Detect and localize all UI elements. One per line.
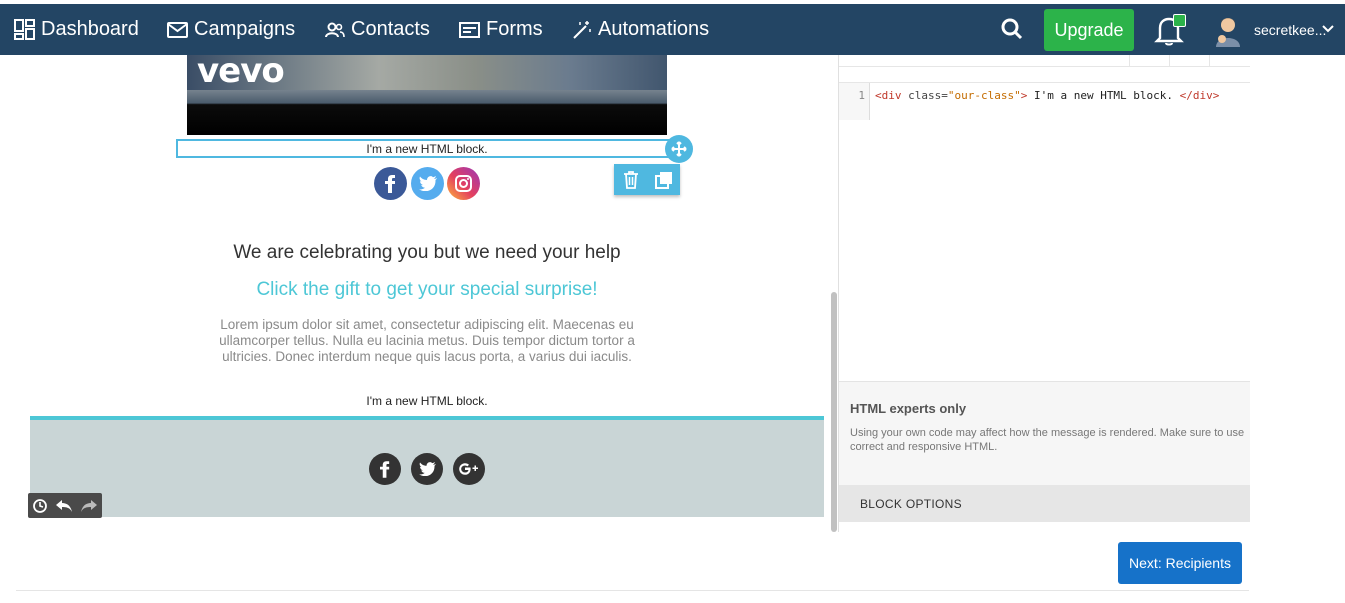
nav-contacts-label: Contacts <box>351 18 430 40</box>
email-heading[interactable]: We are celebrating you but we need your … <box>0 242 854 264</box>
canvas-scrollbar[interactable] <box>831 292 837 532</box>
magic-wand-icon <box>573 20 591 39</box>
code-value: "our-class" <box>947 89 1021 102</box>
nav-campaigns[interactable]: Campaigns <box>167 4 295 55</box>
dashboard-icon <box>14 19 35 40</box>
nav-contacts[interactable]: Contacts <box>325 4 430 55</box>
move-handle-icon[interactable] <box>665 135 693 163</box>
instagram-icon[interactable] <box>447 167 480 200</box>
envelope-icon <box>167 21 188 38</box>
hero-image[interactable]: vevo <box>187 55 667 135</box>
experts-title: HTML experts only <box>850 401 967 416</box>
hero-logo-text: vevo <box>197 55 285 91</box>
code-text: I'm a new HTML block. <box>1027 89 1180 102</box>
notification-badge <box>1173 14 1186 27</box>
footer-band[interactable] <box>30 416 824 517</box>
upgrade-button[interactable]: Upgrade <box>1044 9 1134 51</box>
contacts-icon <box>325 22 345 37</box>
undo-icon[interactable] <box>55 499 73 513</box>
email-body-text[interactable]: Lorem ipsum dolor sit amet, consectetur … <box>206 317 648 365</box>
nav-automations-label: Automations <box>598 18 710 40</box>
nav-forms-label: Forms <box>486 18 543 40</box>
block-toolbar <box>614 164 680 195</box>
search-icon[interactable] <box>1000 17 1024 41</box>
form-icon <box>459 21 480 38</box>
facebook-icon[interactable] <box>369 453 401 485</box>
nav-campaigns-label: Campaigns <box>194 18 296 40</box>
top-nav-bar: Dashboard Campaigns Contacts Forms Autom… <box>0 4 1345 55</box>
experts-text: Using your own code may affect how the m… <box>850 427 1245 453</box>
redo-icon[interactable] <box>80 499 98 513</box>
nav-forms[interactable]: Forms <box>459 4 543 55</box>
duplicate-icon[interactable] <box>647 164 680 195</box>
line-number: 1 <box>839 83 870 120</box>
google-plus-icon[interactable] <box>453 453 485 485</box>
chevron-down-icon[interactable] <box>1322 25 1334 33</box>
twitter-icon[interactable] <box>411 167 444 200</box>
html-block[interactable]: I'm a new HTML block. <box>0 394 854 408</box>
username-label[interactable]: secretkee... <box>1254 4 1326 55</box>
code-open-tag: <div <box>875 89 902 102</box>
selected-html-block[interactable]: I'm a new HTML block. <box>176 139 678 158</box>
code-editor[interactable]: 1 <div class="our-class"> I'm a new HTML… <box>839 82 1250 382</box>
history-toolbar <box>28 493 102 518</box>
facebook-icon[interactable] <box>374 167 407 200</box>
html-editor-panel: 1 <div class="our-class"> I'm a new HTML… <box>838 55 1250 532</box>
code-end-tag: </div> <box>1179 89 1220 102</box>
nav-dashboard[interactable]: Dashboard <box>14 4 139 55</box>
code-line[interactable]: <div class="our-class"> I'm a new HTML b… <box>875 89 1219 102</box>
nav-automations[interactable]: Automations <box>572 4 709 55</box>
code-attr: class= <box>901 89 948 102</box>
history-icon[interactable] <box>32 498 48 514</box>
twitter-icon[interactable] <box>411 453 443 485</box>
app-root: Dashboard Campaigns Contacts Forms Autom… <box>0 0 1345 603</box>
email-canvas: vevo I'm a new HTML block. We are celebr… <box>0 55 838 535</box>
block-options-header[interactable]: BLOCK OPTIONS <box>839 485 1250 522</box>
avatar[interactable] <box>1213 15 1243 47</box>
panel-top-strip <box>839 55 1250 67</box>
experts-warning: HTML experts only Using your own code ma… <box>839 381 1250 485</box>
trash-icon[interactable] <box>614 164 647 195</box>
next-recipients-button[interactable]: Next: Recipients <box>1118 542 1242 584</box>
nav-dashboard-label: Dashboard <box>41 18 139 40</box>
email-subheading[interactable]: Click the gift to get your special surpr… <box>0 279 854 301</box>
divider <box>16 590 1249 591</box>
